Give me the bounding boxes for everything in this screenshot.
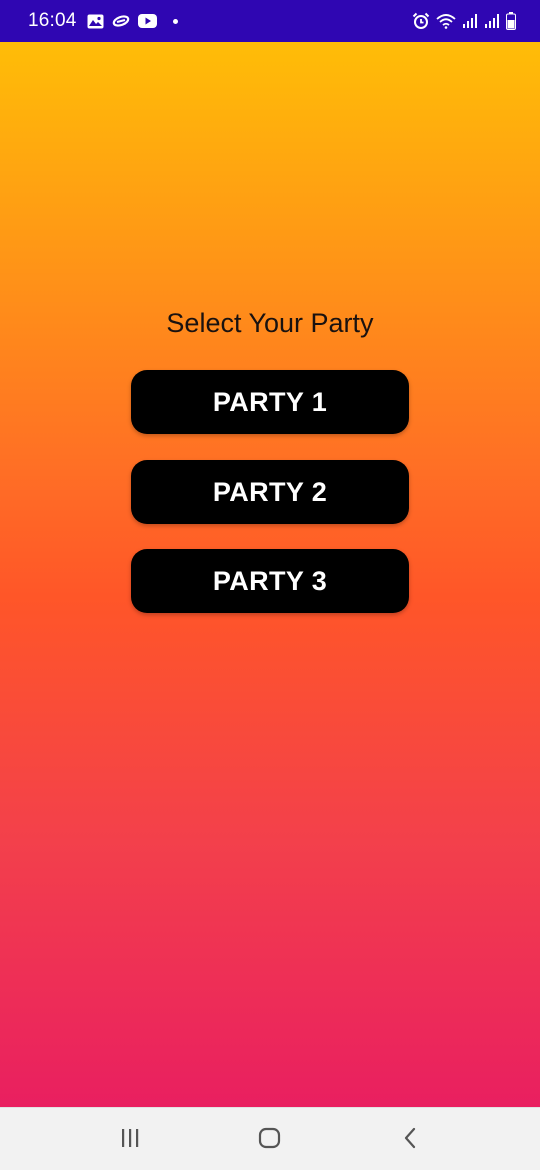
- system-icons: [412, 12, 516, 30]
- party-1-button-label: PARTY 1: [212, 386, 328, 417]
- party-3-button-label: PARTY 3: [212, 565, 328, 596]
- back-icon: [401, 1127, 421, 1154]
- wifi-icon: [436, 13, 456, 29]
- status-time: 16:04: [28, 10, 77, 31]
- battery-icon: [506, 12, 516, 30]
- gallery-icon: [87, 14, 104, 29]
- party-1-button[interactable]: PARTY 1: [131, 370, 409, 434]
- back-button[interactable]: [396, 1125, 426, 1155]
- alarm-icon: [412, 12, 430, 30]
- recents-icon: [119, 1128, 141, 1153]
- signal-icon: [484, 13, 500, 29]
- party-2-button-label: PARTY 2: [212, 476, 328, 507]
- main-content: Select Your Party PARTY 1 PARTY 2 PARTY …: [0, 42, 540, 1107]
- status-bar-left: 16:04: [28, 10, 178, 32]
- home-icon: [258, 1127, 282, 1154]
- link-icon: [112, 14, 130, 28]
- party-2-button[interactable]: PARTY 2: [131, 460, 409, 524]
- recents-button[interactable]: [115, 1125, 145, 1155]
- notification-dot-icon: [172, 18, 178, 24]
- home-button[interactable]: [255, 1125, 285, 1155]
- youtube-icon: [137, 14, 157, 28]
- status-bar: 16:04: [0, 0, 540, 42]
- page-title: Select Your Party: [166, 308, 374, 338]
- signal-icon: [462, 13, 478, 29]
- party-3-button[interactable]: PARTY 3: [131, 549, 409, 613]
- app-screen: 16:04 Select Your Party PARTY 1 PARTY 2 …: [0, 0, 540, 1170]
- notification-icons: [87, 14, 178, 29]
- navigation-bar: [0, 1107, 540, 1170]
